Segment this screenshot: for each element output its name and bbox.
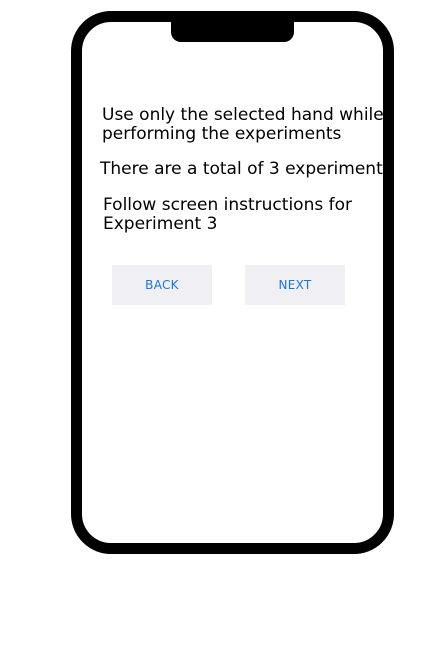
instruction-follow-screen: Follow screen instructions for Experimen… bbox=[103, 196, 352, 234]
back-button-label: BACK bbox=[145, 278, 179, 292]
next-button[interactable]: NEXT bbox=[245, 265, 345, 305]
back-button[interactable]: BACK bbox=[112, 265, 212, 305]
instruction-experiment-count: There are a total of 3 experiments bbox=[100, 160, 392, 179]
phone-notch bbox=[171, 11, 294, 42]
instruction-experiment-count-text: There are a total of 3 experiments bbox=[100, 159, 392, 179]
instruction-hand-text: Use only the selected hand while perform… bbox=[102, 105, 384, 144]
instruction-follow-screen-text: Follow screen instructions for Experimen… bbox=[103, 195, 352, 234]
next-button-label: NEXT bbox=[278, 278, 312, 292]
instruction-hand: Use only the selected hand while perform… bbox=[102, 106, 384, 144]
screen: Use only the selected hand while perform… bbox=[0, 0, 443, 663]
